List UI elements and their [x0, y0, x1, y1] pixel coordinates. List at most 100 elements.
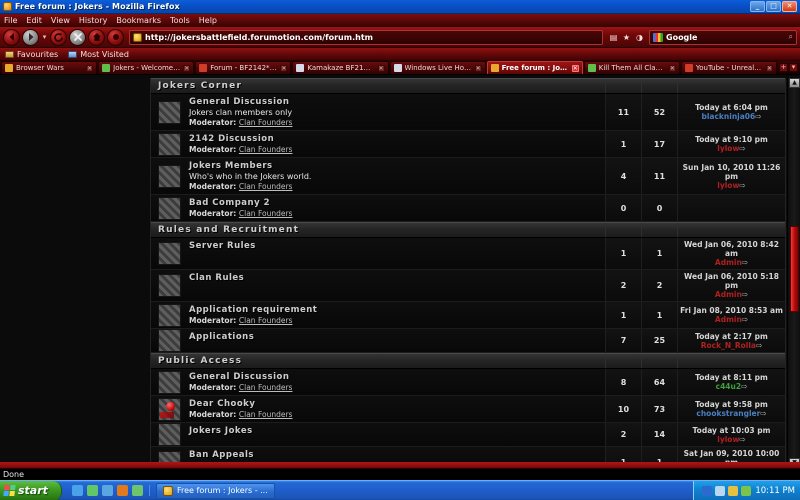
- messenger-icon[interactable]: [132, 485, 143, 496]
- record-icon[interactable]: [107, 28, 124, 46]
- forum-row[interactable]: Jokers Members Who's who in the Jokers wo…: [151, 158, 785, 195]
- update-icon[interactable]: [741, 485, 752, 496]
- last-post-author[interactable]: lylow⇨: [717, 144, 745, 153]
- moderator-link[interactable]: Clan Founders: [239, 118, 293, 127]
- forum-row[interactable]: Application requirement Moderator: Clan F…: [151, 302, 785, 329]
- internet-explorer-icon[interactable]: [72, 485, 83, 496]
- last-post-author[interactable]: blackninja06⇨: [701, 112, 761, 121]
- new-tab-icon[interactable]: +: [779, 63, 788, 72]
- forum-title-link[interactable]: Application requirement: [189, 305, 600, 315]
- taskbar-clock[interactable]: 10:11 PM: [755, 486, 795, 496]
- forum-title-link[interactable]: General Discussion: [189, 372, 600, 382]
- tab-close-icon[interactable]: ✕: [86, 64, 94, 72]
- goto-last-post-icon[interactable]: ⇨: [755, 112, 761, 121]
- bookmark-most-visited[interactable]: Most Visited: [68, 50, 129, 59]
- goto-last-post-icon[interactable]: ⇨: [742, 258, 748, 267]
- moderator-link[interactable]: Clan Founders: [239, 316, 293, 325]
- menu-edit[interactable]: Edit: [26, 16, 42, 25]
- scroll-up-button[interactable]: ▲: [789, 78, 800, 88]
- forum-row[interactable]: Server Rules 1 1 Wed Jan 06, 2010 8:42 am Ad…: [151, 238, 785, 270]
- bookmark-star-icon[interactable]: ★: [621, 32, 632, 43]
- forum-title-link[interactable]: Clan Rules: [189, 273, 600, 283]
- shield-icon[interactable]: [728, 485, 739, 496]
- maximize-button[interactable]: □: [766, 1, 781, 12]
- goto-last-post-icon[interactable]: ⇨: [760, 409, 766, 418]
- search-box[interactable]: Google ⌕: [649, 29, 797, 45]
- forum-row[interactable]: Clan Rules 2 2 Wed Jan 06, 2010 5:18 pm Admi…: [151, 270, 785, 302]
- menu-bookmarks[interactable]: Bookmarks: [116, 16, 161, 25]
- forum-title-link[interactable]: 2142 Discussion: [189, 134, 600, 144]
- menu-file[interactable]: File: [4, 16, 17, 25]
- forum-title-link[interactable]: Jokers Jokes: [189, 426, 600, 436]
- moderator-link[interactable]: Clan Founders: [239, 410, 293, 419]
- menu-history[interactable]: History: [79, 16, 107, 25]
- forum-row[interactable]: General Discussion Jokers clan members on…: [151, 94, 785, 131]
- browser-tab[interactable]: YouTube - Unreal Pols...✕: [680, 61, 777, 74]
- home-icon[interactable]: [88, 28, 105, 46]
- moderator-link[interactable]: Clan Founders: [239, 145, 293, 154]
- search-go-icon[interactable]: ⌕: [789, 32, 793, 42]
- goto-last-post-icon[interactable]: ⇨: [756, 341, 762, 350]
- taskbar-window-button[interactable]: Free forum : Jokers - ...: [156, 482, 275, 499]
- tab-close-icon[interactable]: ✕: [571, 64, 579, 72]
- browser-tab[interactable]: Free forum : Jokers✕: [486, 61, 583, 74]
- stop-icon[interactable]: [69, 28, 86, 46]
- back-icon[interactable]: [3, 28, 20, 46]
- tab-close-icon[interactable]: ✕: [377, 64, 385, 72]
- goto-last-post-icon[interactable]: ⇨: [739, 435, 745, 444]
- goto-last-post-icon[interactable]: ⇨: [739, 181, 745, 190]
- forum-row[interactable]: General Discussion Moderator: Clan Founde…: [151, 369, 785, 396]
- identity-icon[interactable]: ◑: [634, 32, 645, 43]
- tab-close-icon[interactable]: ✕: [766, 64, 773, 72]
- forum-title-link[interactable]: Bad Company 2: [189, 198, 600, 208]
- history-dropdown-icon[interactable]: ▾: [41, 33, 48, 41]
- browser-tab[interactable]: Kamakaze BF2142 Foru...✕: [292, 61, 389, 74]
- tab-close-icon[interactable]: ✕: [474, 64, 482, 72]
- menu-view[interactable]: View: [51, 16, 70, 25]
- menu-tools[interactable]: Tools: [170, 16, 190, 25]
- goto-last-post-icon[interactable]: ⇨: [741, 382, 747, 391]
- goto-last-post-icon[interactable]: ⇨: [742, 315, 748, 324]
- browser-tab[interactable]: Kill Them All Clan Forum✕: [583, 61, 680, 74]
- page-scrollbar[interactable]: ▲ ▼: [787, 78, 800, 468]
- forum-row[interactable]: Dear Chooky Moderator: Clan Founders 10 73 T…: [151, 396, 785, 423]
- address-bar[interactable]: http://jokersbattlefield.forumotion.com/…: [129, 29, 603, 45]
- goto-last-post-icon[interactable]: ⇨: [739, 144, 745, 153]
- close-button[interactable]: ✕: [782, 1, 797, 12]
- tab-close-icon[interactable]: ✕: [668, 64, 676, 72]
- goto-last-post-icon[interactable]: ⇨: [742, 290, 748, 299]
- last-post-author[interactable]: chookstrangler⇨: [696, 409, 766, 418]
- bookmark-favourites[interactable]: Favourites: [5, 50, 58, 59]
- last-post-author[interactable]: Rock_N_Rolla⇨: [701, 341, 763, 350]
- forum-title-link[interactable]: Dear Chooky: [189, 399, 600, 409]
- minimize-button[interactable]: _: [750, 1, 765, 12]
- volume-icon[interactable]: [715, 485, 726, 496]
- tab-close-icon[interactable]: ✕: [280, 64, 288, 72]
- last-post-author[interactable]: lylow⇨: [717, 181, 745, 190]
- moderator-link[interactable]: Clan Founders: [239, 383, 293, 392]
- forum-row[interactable]: Bad Company 2 Moderator: Clan Founders 0 0: [151, 195, 785, 222]
- forum-row[interactable]: Applications 7 25 Today at 2:17 pm Rock_N_Ro…: [151, 329, 785, 353]
- browser-tab[interactable]: Windows Live Hotmail✕: [389, 61, 486, 74]
- forum-title-link[interactable]: Jokers Members: [189, 161, 600, 171]
- browser-tab[interactable]: Forum - BF2142**TITA...✕: [195, 61, 292, 74]
- forum-title-link[interactable]: Applications: [189, 332, 600, 342]
- browser-tab[interactable]: Jokers - Welcome to yo...✕: [98, 61, 195, 74]
- last-post-author[interactable]: lylow⇨: [717, 435, 745, 444]
- forum-title-link[interactable]: General Discussion: [189, 97, 600, 107]
- moderator-link[interactable]: Clan Founders: [239, 182, 293, 191]
- forum-title-link[interactable]: Server Rules: [189, 241, 600, 251]
- outlook-icon[interactable]: [102, 485, 113, 496]
- scrollbar-thumb[interactable]: [790, 226, 799, 312]
- forward-icon[interactable]: [22, 28, 39, 46]
- firefox-icon[interactable]: [117, 485, 128, 496]
- forum-row[interactable]: 2142 Discussion Moderator: Clan Founders 1…: [151, 131, 785, 158]
- forum-title-link[interactable]: Ban Appeals: [189, 450, 600, 460]
- last-post-author[interactable]: c44u2⇨: [716, 382, 748, 391]
- last-post-author[interactable]: Admin⇨: [715, 258, 748, 267]
- last-post-author[interactable]: Admin⇨: [715, 290, 748, 299]
- rss-icon[interactable]: ▤: [608, 32, 619, 43]
- start-button[interactable]: start: [0, 480, 62, 500]
- last-post-author[interactable]: Admin⇨: [715, 315, 748, 324]
- network-icon[interactable]: [702, 485, 713, 496]
